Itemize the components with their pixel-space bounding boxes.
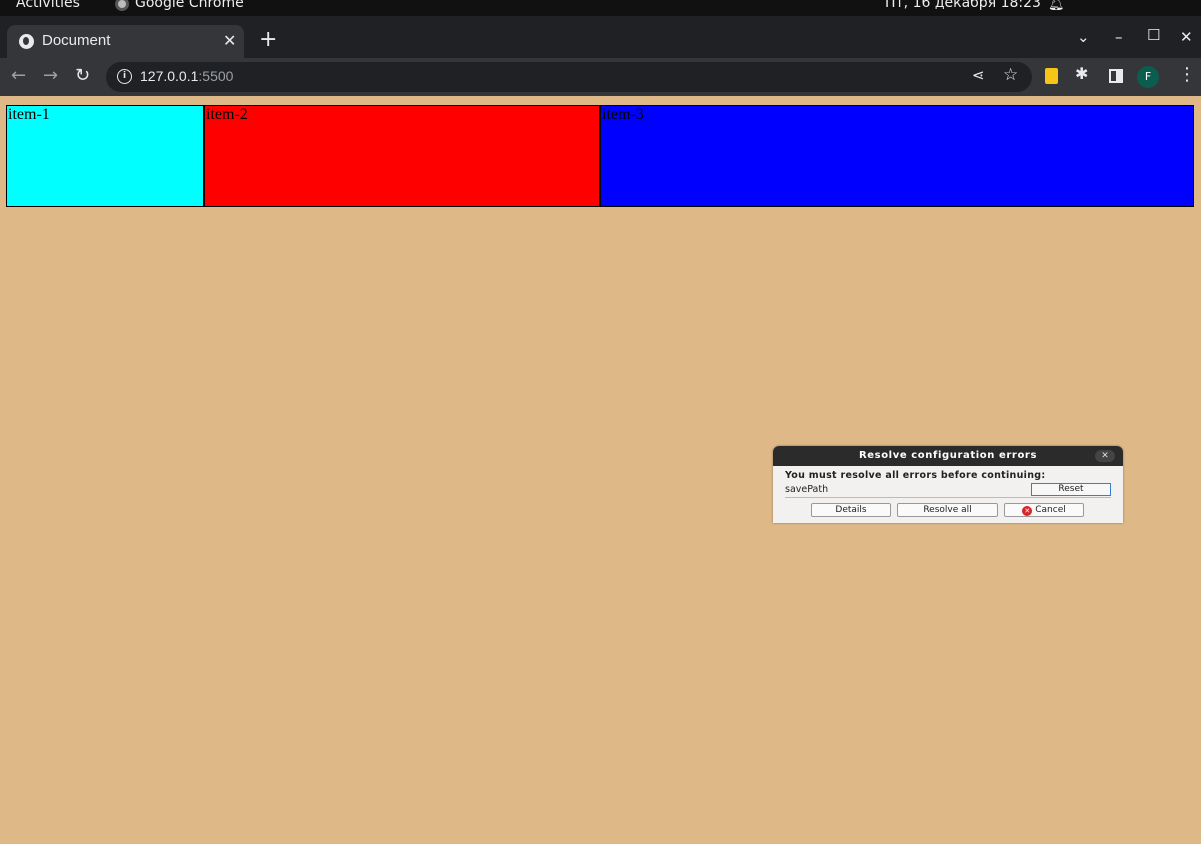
window-close-icon[interactable]: ✕ — [1180, 28, 1193, 46]
resolve-config-dialog: Resolve configuration errors ✕ You must … — [773, 446, 1123, 523]
tab-search-chevron-down-icon[interactable]: ⌄ — [1077, 28, 1090, 46]
share-icon[interactable]: ⋖ — [972, 66, 985, 84]
tab-document[interactable]: Document ✕ — [7, 25, 244, 58]
resolve-all-button[interactable]: Resolve all — [897, 503, 998, 517]
cancel-button[interactable]: ✕ Cancel — [1004, 503, 1084, 517]
forward-icon[interactable]: → — [43, 65, 58, 86]
reload-icon[interactable]: ↻ — [75, 65, 90, 86]
bookmark-star-icon[interactable]: ☆ — [1003, 65, 1018, 85]
tab-title: Document — [42, 32, 111, 49]
dialog-message: You must resolve all errors before conti… — [785, 470, 1046, 481]
activities-button[interactable]: Activities — [16, 0, 80, 11]
item-1-box: item-1 — [6, 105, 204, 207]
tab-strip: Document ✕ + ⌄ – ☐ ✕ — [0, 16, 1201, 58]
system-top-bar: Activities Google Chrome Пт, 16 декабря … — [0, 0, 1201, 16]
new-tab-icon[interactable]: + — [259, 29, 277, 51]
profile-avatar[interactable]: F — [1137, 66, 1159, 88]
app-menu[interactable]: Google Chrome — [115, 0, 244, 11]
error-name: savePath — [785, 484, 829, 495]
details-button[interactable]: Details — [811, 503, 891, 517]
cancel-label: Cancel — [1035, 505, 1066, 515]
maximize-icon[interactable]: ☐ — [1147, 26, 1160, 44]
item-2-box: item-2 — [204, 105, 600, 207]
kebab-menu-icon[interactable]: ⋮ — [1178, 64, 1196, 85]
notification-bell-icon[interactable]: 🔔︎ — [1048, 0, 1065, 12]
side-panel-icon[interactable] — [1109, 69, 1123, 83]
globe-icon — [19, 34, 34, 49]
clock[interactable]: Пт, 16 декабря 18:23 — [885, 0, 1041, 11]
dialog-title: Resolve configuration errors — [773, 446, 1123, 466]
chrome-icon — [115, 0, 129, 11]
item-3-box: item-3 — [600, 105, 1194, 207]
close-icon[interactable]: ✕ — [1095, 450, 1115, 462]
address-bar[interactable]: i 127.0.0.1:5500 ⋖ ☆ — [106, 62, 1032, 92]
app-name: Google Chrome — [135, 0, 244, 11]
info-icon[interactable]: i — [117, 69, 132, 84]
url-text[interactable]: 127.0.0.1:5500 — [140, 68, 233, 84]
extension-notes-icon[interactable] — [1045, 68, 1058, 84]
extensions-puzzle-icon[interactable]: ✱ — [1075, 64, 1088, 83]
reset-button[interactable]: Reset — [1031, 483, 1111, 496]
close-icon[interactable]: ✕ — [223, 31, 236, 50]
cancel-icon: ✕ — [1022, 506, 1033, 516]
back-icon[interactable]: ← — [11, 65, 26, 86]
minimize-icon[interactable]: – — [1115, 28, 1123, 46]
flex-container: item-1 item-2 item-3 — [6, 105, 1194, 207]
browser-toolbar: ← → ↻ i 127.0.0.1:5500 ⋖ ☆ ✱ F ⋮ — [0, 58, 1201, 96]
error-row: savePath Reset — [785, 482, 1111, 498]
